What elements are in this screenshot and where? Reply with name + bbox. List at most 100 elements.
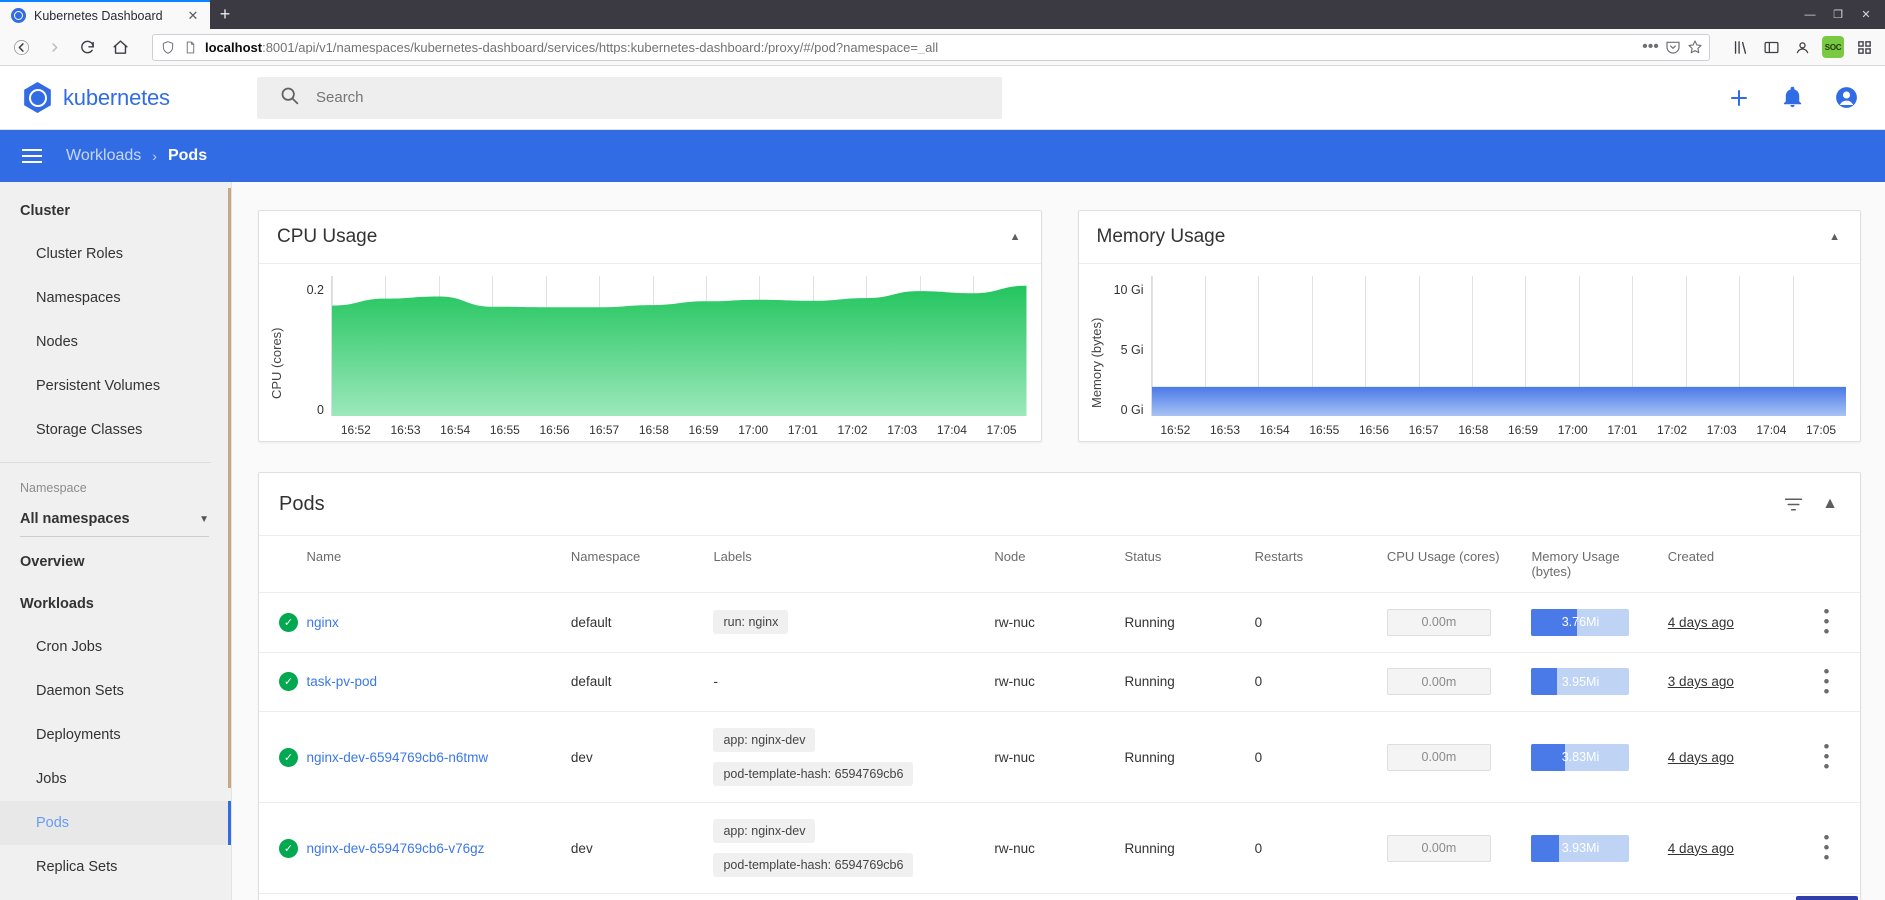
row-menu-icon[interactable]: ••• xyxy=(1802,833,1852,864)
sidebar-item-nodes[interactable]: Nodes xyxy=(0,320,231,364)
cell-namespace: default xyxy=(571,652,714,712)
created-timestamp[interactable]: 4 days ago xyxy=(1668,615,1734,630)
menu-toggle-icon[interactable] xyxy=(22,149,42,163)
home-button[interactable] xyxy=(105,32,136,63)
sidebar-item-storage-classes[interactable]: Storage Classes xyxy=(0,408,231,452)
pocket-icon[interactable] xyxy=(1664,39,1681,56)
pod-name-link[interactable]: task-pv-pod xyxy=(307,674,378,689)
row-menu-icon[interactable]: ••• xyxy=(1802,667,1852,698)
page-info-icon[interactable] xyxy=(182,39,199,56)
memory-y-tick: 5 Gi xyxy=(1121,344,1144,357)
chart-x-tick: 17:03 xyxy=(1697,423,1747,438)
kubernetes-logo[interactable]: kubernetes xyxy=(22,82,257,113)
chart-x-tick: 17:00 xyxy=(728,423,778,438)
reload-button[interactable] xyxy=(72,32,103,63)
col-memory-usage[interactable]: Memory Usage (bytes) xyxy=(1531,536,1667,593)
sidebar-item-cron-jobs[interactable]: Cron Jobs xyxy=(0,625,231,669)
cell-name: task-pv-pod xyxy=(307,652,571,712)
overflow-menu-icon[interactable] xyxy=(1849,32,1879,62)
memory-plot-area xyxy=(1151,276,1847,416)
pods-collapse-icon[interactable]: ▲ xyxy=(1822,495,1838,513)
memory-collapse-icon[interactable]: ▲ xyxy=(1829,231,1840,243)
sidebar-item-persistent-volumes[interactable]: Persistent Volumes xyxy=(0,364,231,408)
row-menu-icon[interactable]: ••• xyxy=(1802,742,1852,773)
sidebar-item-namespaces[interactable]: Namespaces xyxy=(0,276,231,320)
new-tab-button[interactable]: + xyxy=(210,0,240,29)
cell-memory-usage: 3.93Mi xyxy=(1531,803,1667,894)
pod-name-link[interactable]: nginx xyxy=(307,615,339,630)
sidebar-item-replica-sets[interactable]: Replica Sets xyxy=(0,845,231,889)
row-menu-icon[interactable]: ••• xyxy=(1802,607,1852,638)
table-row[interactable]: ✓nginxdefaultrun: nginxrw-nucRunning00.0… xyxy=(259,593,1860,653)
cell-labels: - xyxy=(713,652,994,712)
sidebar-item-pods[interactable]: Pods xyxy=(0,801,231,845)
window-maximize-icon[interactable]: ❐ xyxy=(1825,0,1851,29)
status-running-icon: ✓ xyxy=(279,613,298,632)
memory-y-ticks: 10 Gi 5 Gi 0 Gi xyxy=(1109,276,1151,438)
col-restarts[interactable]: Restarts xyxy=(1255,536,1387,593)
memory-usage-bar: 3.93Mi xyxy=(1531,835,1629,862)
window-minimize-icon[interactable]: — xyxy=(1797,0,1823,29)
sidebar-item-deployments[interactable]: Deployments xyxy=(0,713,231,757)
forward-button[interactable] xyxy=(39,32,70,63)
cell-labels: app: nginx-devpod-template-hash: 6594769… xyxy=(713,803,994,894)
sidebar-item-overview[interactable]: Overview xyxy=(0,541,231,583)
breadcrumb-item-workloads[interactable]: Workloads xyxy=(66,147,141,165)
col-cpu-usage[interactable]: CPU Usage (cores) xyxy=(1387,536,1532,593)
breadcrumb-bar: Workloads › Pods xyxy=(0,130,1885,182)
label-stack: run: nginx xyxy=(713,608,986,636)
create-resource-icon[interactable] xyxy=(1727,86,1751,110)
created-timestamp[interactable]: 3 days ago xyxy=(1668,674,1734,689)
sidebar-icon[interactable] xyxy=(1756,32,1786,62)
search-bar[interactable]: Search xyxy=(257,77,1002,119)
window-close-icon[interactable]: ✕ xyxy=(1853,0,1879,29)
memory-y-tick: 0 Gi xyxy=(1121,404,1144,417)
col-labels[interactable]: Labels xyxy=(713,536,994,593)
table-row[interactable]: ✓nginx-dev-6594769cb6-n6tmwdevapp: nginx… xyxy=(259,712,1860,803)
notifications-bell-icon[interactable] xyxy=(1781,86,1804,109)
sidebar-item-replication-controllers[interactable]: Replication Controllers xyxy=(0,889,231,900)
pod-name-link[interactable]: nginx-dev-6594769cb6-n6tmw xyxy=(307,750,489,765)
table-row[interactable]: ✓nginx-dev-6594769cb6-v76gzdevapp: nginx… xyxy=(259,803,1860,894)
url-bar[interactable]: localhost:8001/api/v1/namespaces/kuberne… xyxy=(152,34,1710,61)
col-created[interactable]: Created xyxy=(1668,536,1802,593)
chart-x-tick: 17:04 xyxy=(1747,423,1797,438)
url-text[interactable]: localhost:8001/api/v1/namespaces/kuberne… xyxy=(205,41,1636,54)
pod-name-link[interactable]: nginx-dev-6594769cb6-v76gz xyxy=(307,841,485,856)
shield-icon[interactable] xyxy=(159,39,176,56)
cell-memory-usage: 3.76Mi xyxy=(1531,593,1667,653)
col-name[interactable]: Name xyxy=(307,536,571,593)
col-namespace[interactable]: Namespace xyxy=(571,536,714,593)
table-row[interactable]: ✓task-pv-poddefault-rw-nucRunning00.00m3… xyxy=(259,652,1860,712)
library-icon[interactable] xyxy=(1725,32,1755,62)
account-icon[interactable] xyxy=(1787,32,1817,62)
tab-bar-empty-space xyxy=(240,0,1791,29)
cpu-collapse-icon[interactable]: ▲ xyxy=(1010,231,1021,243)
close-tab-icon[interactable]: ✕ xyxy=(184,7,202,25)
filter-icon[interactable] xyxy=(1783,494,1804,515)
cell-memory-usage: 3.88Mi xyxy=(1531,894,1667,900)
col-node[interactable]: Node xyxy=(994,536,1124,593)
search-input[interactable]: Search xyxy=(316,89,364,106)
url-host: localhost xyxy=(205,41,262,54)
table-row[interactable]: ✓nginx-dev-6594769cb6-zp6r8devapp: nginx… xyxy=(259,894,1860,900)
cell-created: 4 days ago xyxy=(1668,894,1802,900)
bookmark-star-icon[interactable] xyxy=(1686,39,1703,56)
sidebar-item-jobs[interactable]: Jobs xyxy=(0,757,231,801)
browser-tab[interactable]: Kubernetes Dashboard ✕ xyxy=(0,0,210,29)
extension-badge-icon[interactable]: SOC xyxy=(1818,32,1848,62)
col-status[interactable]: Status xyxy=(1125,536,1255,593)
created-timestamp[interactable]: 4 days ago xyxy=(1668,841,1734,856)
sidebar-item-daemon-sets[interactable]: Daemon Sets xyxy=(0,669,231,713)
page-actions-icon[interactable]: ••• xyxy=(1642,39,1659,56)
cell-labels: run: nginx xyxy=(713,593,994,653)
sidebar-item-cluster-roles[interactable]: Cluster Roles xyxy=(0,232,231,276)
created-timestamp[interactable]: 4 days ago xyxy=(1668,750,1734,765)
back-button[interactable] xyxy=(6,32,37,63)
breadcrumb-item-pods[interactable]: Pods xyxy=(168,147,207,165)
user-account-icon[interactable] xyxy=(1834,85,1859,110)
namespace-select[interactable]: All namespaces ▼ xyxy=(20,511,209,537)
namespace-label: Namespace xyxy=(20,481,209,495)
cell-status: Running xyxy=(1125,593,1255,653)
cell-created: 3 days ago xyxy=(1668,652,1802,712)
